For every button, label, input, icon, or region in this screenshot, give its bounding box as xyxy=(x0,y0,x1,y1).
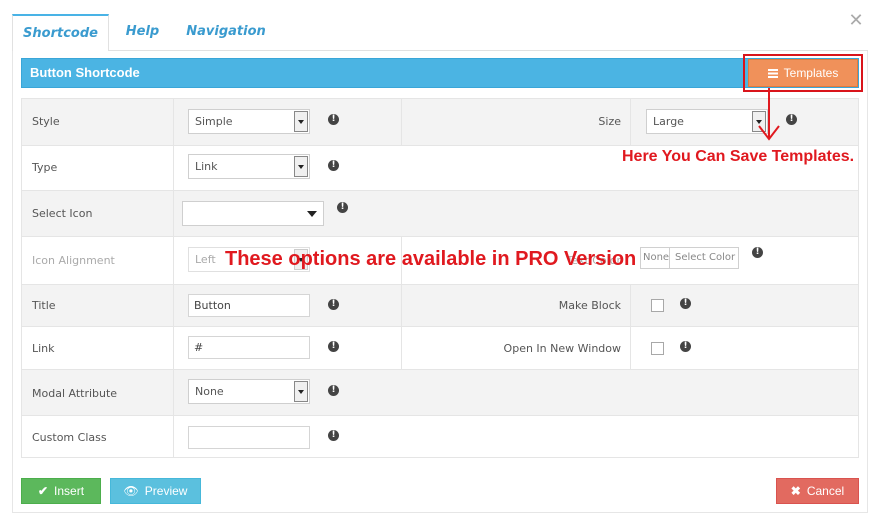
info-icon[interactable]: ! xyxy=(680,341,691,352)
make-block-checkbox[interactable] xyxy=(651,299,664,312)
link-input[interactable]: # xyxy=(188,336,310,359)
modal-attribute-label: Modal Attribute xyxy=(32,387,118,400)
divider xyxy=(173,237,174,284)
insert-button[interactable]: ✔ Insert xyxy=(21,478,101,504)
close-icon[interactable]: ✕ xyxy=(848,12,864,30)
preview-label: Preview xyxy=(144,484,188,498)
style-select-value: Simple xyxy=(195,115,233,128)
cancel-button[interactable]: ✖ Cancel xyxy=(776,478,859,504)
info-icon[interactable]: ! xyxy=(328,430,339,441)
select-color-button[interactable]: Select Color xyxy=(675,248,735,268)
color-picker[interactable]: None Select Color xyxy=(640,247,739,269)
divider xyxy=(630,99,631,145)
type-select-value: Link xyxy=(195,160,218,173)
divider xyxy=(173,285,174,326)
color-none-option[interactable]: None xyxy=(643,248,669,268)
divider xyxy=(173,99,174,145)
insert-label: Insert xyxy=(54,484,85,498)
row-title: Title Button ! Make Block ! xyxy=(21,285,859,327)
divider xyxy=(173,370,174,415)
new-window-checkbox[interactable] xyxy=(651,342,664,355)
divider xyxy=(173,191,174,236)
menu-icon xyxy=(767,69,778,78)
close-icon: ✖ xyxy=(790,484,801,498)
chevron-down-icon xyxy=(307,211,317,217)
divider xyxy=(401,327,402,369)
custom-class-label: Custom Class xyxy=(32,431,107,444)
size-select[interactable]: Large xyxy=(646,109,768,134)
title-input[interactable]: Button xyxy=(188,294,310,317)
select-icon-label: Select Icon xyxy=(32,207,93,220)
divider xyxy=(173,327,174,369)
info-icon[interactable]: ! xyxy=(752,247,763,258)
tab-shortcode[interactable]: Shortcode xyxy=(12,14,109,51)
divider xyxy=(630,327,631,369)
tab-navigation[interactable]: Navigation xyxy=(183,14,269,50)
templates-button[interactable]: Templates xyxy=(748,59,858,87)
modal-attribute-select[interactable]: None xyxy=(188,379,310,404)
divider xyxy=(401,285,402,326)
row-link: Link # ! Open In New Window ! xyxy=(21,327,859,370)
link-label: Link xyxy=(32,342,55,355)
info-icon[interactable]: ! xyxy=(680,298,691,309)
row-modal-attribute: Modal Attribute None ! xyxy=(21,370,859,416)
row-select-icon: Select Icon ! xyxy=(21,191,859,237)
info-icon[interactable]: ! xyxy=(328,299,339,310)
info-icon[interactable]: ! xyxy=(786,114,797,125)
size-label: Size xyxy=(598,115,621,128)
type-select[interactable]: Link xyxy=(188,154,310,179)
pro-annotation: These options are available in PRO Versi… xyxy=(225,248,637,270)
new-window-label: Open In New Window xyxy=(503,342,621,355)
templates-label: Templates xyxy=(783,66,839,80)
panel-header: Button Shortcode xyxy=(21,58,859,88)
info-icon[interactable]: ! xyxy=(328,385,339,396)
chevron-down-icon xyxy=(294,111,308,132)
divider xyxy=(630,285,631,326)
divider xyxy=(173,416,174,457)
divider xyxy=(401,99,402,145)
panel-title: Button Shortcode xyxy=(30,65,140,80)
modal-attribute-value: None xyxy=(195,385,224,398)
custom-class-input[interactable] xyxy=(188,426,310,449)
templates-annotation: Here You Can Save Templates. xyxy=(622,148,855,165)
row-style-size: Style Simple ! Size Large ! xyxy=(21,98,859,146)
check-icon: ✔ xyxy=(37,484,49,498)
icon-alignment-label: Icon Alignment xyxy=(32,254,115,267)
info-icon[interactable]: ! xyxy=(328,114,339,125)
tab-help[interactable]: Help xyxy=(115,14,170,50)
divider xyxy=(669,248,670,268)
style-select[interactable]: Simple xyxy=(188,109,310,134)
style-label: Style xyxy=(32,115,60,128)
size-select-value: Large xyxy=(653,115,684,128)
icon-select[interactable] xyxy=(182,201,324,226)
cancel-label: Cancel xyxy=(806,484,845,498)
chevron-down-icon xyxy=(294,156,308,177)
title-label: Title xyxy=(32,299,56,312)
icon-alignment-value: Left xyxy=(195,253,216,266)
row-custom-class: Custom Class ! xyxy=(21,416,859,458)
info-icon[interactable]: ! xyxy=(328,160,339,171)
divider xyxy=(173,146,174,190)
type-label: Type xyxy=(32,161,58,174)
eye-icon: 👁 xyxy=(123,484,139,498)
preview-button[interactable]: 👁 Preview xyxy=(110,478,201,504)
info-icon[interactable]: ! xyxy=(328,341,339,352)
chevron-down-icon xyxy=(294,381,308,402)
info-icon[interactable]: ! xyxy=(337,202,348,213)
annotation-arrow xyxy=(758,88,780,141)
make-block-label: Make Block xyxy=(558,299,621,312)
